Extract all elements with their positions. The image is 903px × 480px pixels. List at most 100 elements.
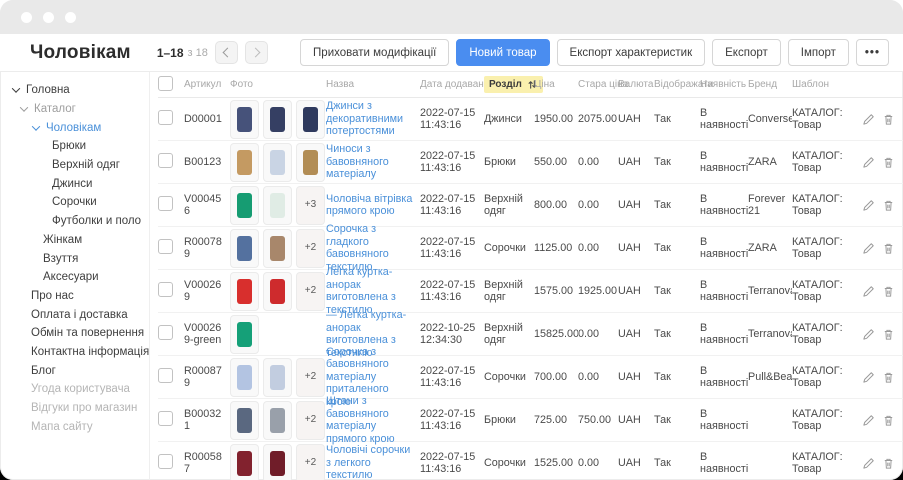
window-control-dot[interactable] bbox=[43, 12, 54, 23]
product-photo[interactable] bbox=[263, 272, 292, 311]
product-photo[interactable] bbox=[263, 444, 292, 480]
toolbar-button-2[interactable]: Експорт характеристик bbox=[557, 39, 706, 66]
product-photo[interactable] bbox=[230, 100, 259, 139]
column-header-display[interactable]: Відображати bbox=[654, 79, 700, 90]
column-header-sku[interactable]: Артикул bbox=[184, 79, 230, 90]
window-control-dot[interactable] bbox=[21, 12, 32, 23]
column-header-name[interactable]: Назва bbox=[326, 79, 420, 90]
more-photos-badge[interactable]: +2 bbox=[296, 272, 325, 311]
edit-icon[interactable] bbox=[862, 457, 875, 470]
product-photo[interactable] bbox=[263, 229, 292, 268]
column-header-template[interactable]: Шаблон bbox=[792, 79, 862, 90]
sidebar-item-17[interactable]: Відгуки про магазин bbox=[0, 399, 149, 418]
more-photos-badge[interactable]: +2 bbox=[296, 358, 325, 397]
delete-icon[interactable] bbox=[882, 328, 895, 341]
sidebar-item-13[interactable]: Обмін та повернення bbox=[0, 324, 149, 343]
sidebar-item-0[interactable]: Головна bbox=[0, 81, 149, 100]
delete-icon[interactable] bbox=[882, 113, 895, 126]
sidebar-item-10[interactable]: Аксесуари bbox=[0, 268, 149, 287]
row-checkbox[interactable] bbox=[158, 110, 173, 125]
more-photos-badge[interactable]: +3 bbox=[296, 186, 325, 225]
sidebar-item-1[interactable]: Каталог bbox=[0, 100, 149, 119]
column-header-availability[interactable]: Наявність bbox=[700, 79, 748, 90]
product-photo[interactable] bbox=[263, 100, 292, 139]
window-control-dot[interactable] bbox=[65, 12, 76, 23]
row-checkbox[interactable] bbox=[158, 454, 173, 469]
product-photo[interactable] bbox=[230, 143, 259, 182]
delete-icon[interactable] bbox=[882, 156, 895, 169]
edit-icon[interactable] bbox=[862, 242, 875, 255]
sidebar-item-15[interactable]: Блог bbox=[0, 361, 149, 380]
edit-icon[interactable] bbox=[862, 371, 875, 384]
edit-icon[interactable] bbox=[862, 156, 875, 169]
row-checkbox[interactable] bbox=[158, 153, 173, 168]
product-photo[interactable] bbox=[263, 143, 292, 182]
toolbar-button-5[interactable]: ••• bbox=[856, 39, 889, 66]
product-name-link[interactable]: Чиноси з бавовняного матеріалу bbox=[326, 143, 415, 181]
edit-icon[interactable] bbox=[862, 328, 875, 341]
product-photo[interactable] bbox=[230, 229, 259, 268]
prev-page-button[interactable] bbox=[215, 41, 238, 64]
column-header-old-price[interactable]: Стара ціна bbox=[578, 79, 618, 90]
product-photo[interactable] bbox=[263, 401, 292, 440]
edit-icon[interactable] bbox=[862, 414, 875, 427]
sidebar-item-7[interactable]: Футболки и поло bbox=[0, 212, 149, 231]
sidebar-item-5[interactable]: Джинси bbox=[0, 174, 149, 193]
sidebar-item-6[interactable]: Сорочки bbox=[0, 193, 149, 212]
product-photo[interactable] bbox=[230, 401, 259, 440]
row-checkbox[interactable] bbox=[158, 282, 173, 297]
select-all-checkbox[interactable] bbox=[158, 76, 173, 91]
sidebar-item-9[interactable]: Взуття bbox=[0, 249, 149, 268]
product-photo[interactable] bbox=[230, 444, 259, 480]
column-header-date[interactable]: Дата додавання bbox=[420, 79, 484, 90]
product-photo[interactable] bbox=[296, 100, 325, 139]
sidebar-item-8[interactable]: Жінкам bbox=[0, 231, 149, 250]
toolbar-button-4[interactable]: Імпорт bbox=[788, 39, 849, 66]
delete-icon[interactable] bbox=[882, 285, 895, 298]
column-header-price[interactable]: Ціна bbox=[534, 79, 578, 90]
column-header-currency[interactable]: Валюта bbox=[618, 79, 654, 90]
product-photo[interactable] bbox=[230, 272, 259, 311]
product-name-link[interactable]: Чоловічі сорочки з легкого текстилю bbox=[326, 444, 415, 480]
sidebar-item-14[interactable]: Контактна інформація bbox=[0, 343, 149, 362]
more-photos-badge[interactable]: +2 bbox=[296, 229, 325, 268]
delete-icon[interactable] bbox=[882, 199, 895, 212]
row-checkbox[interactable] bbox=[158, 411, 173, 426]
more-photos-badge[interactable]: +2 bbox=[296, 401, 325, 440]
delete-icon[interactable] bbox=[882, 242, 895, 255]
edit-icon[interactable] bbox=[862, 285, 875, 298]
next-page-button[interactable] bbox=[245, 41, 268, 64]
edit-icon[interactable] bbox=[862, 113, 875, 126]
delete-icon[interactable] bbox=[882, 457, 895, 470]
product-name-link[interactable]: Штани з бавовняного матеріалу прямого кр… bbox=[326, 395, 415, 445]
row-checkbox[interactable] bbox=[158, 196, 173, 211]
product-photo[interactable] bbox=[230, 315, 259, 354]
sidebar-item-18[interactable]: Мапа сайту bbox=[0, 417, 149, 436]
delete-icon[interactable] bbox=[882, 414, 895, 427]
product-photo[interactable] bbox=[263, 186, 292, 225]
sidebar-item-16[interactable]: Угода користувача bbox=[0, 380, 149, 399]
product-photo[interactable] bbox=[263, 358, 292, 397]
product-photo[interactable] bbox=[296, 143, 325, 182]
product-photo[interactable] bbox=[230, 358, 259, 397]
row-checkbox[interactable] bbox=[158, 368, 173, 383]
toolbar-button-3[interactable]: Експорт bbox=[712, 39, 781, 66]
column-header-section[interactable]: Розділ bbox=[484, 76, 534, 93]
product-name-link[interactable]: Чоловіча вітрівка прямого крою bbox=[326, 193, 415, 218]
delete-icon[interactable] bbox=[882, 371, 895, 384]
more-photos-badge[interactable]: +2 bbox=[296, 444, 325, 480]
sidebar-item-11[interactable]: Про нас bbox=[0, 287, 149, 306]
sidebar-item-3[interactable]: Брюки bbox=[0, 137, 149, 156]
sidebar-item-4[interactable]: Верхній одяг bbox=[0, 156, 149, 175]
row-checkbox[interactable] bbox=[158, 239, 173, 254]
column-header-photo[interactable]: Фото bbox=[230, 79, 326, 90]
row-checkbox[interactable] bbox=[158, 325, 173, 340]
toolbar-button-1[interactable]: Новий товар bbox=[456, 39, 549, 66]
sidebar-item-2[interactable]: Чоловікам bbox=[0, 118, 149, 137]
sidebar-item-12[interactable]: Оплата і доставка bbox=[0, 305, 149, 324]
edit-icon[interactable] bbox=[862, 199, 875, 212]
product-photo[interactable] bbox=[230, 186, 259, 225]
product-name-link[interactable]: Джинси з декоративними потертостями bbox=[326, 100, 415, 138]
toolbar-button-0[interactable]: Приховати модифікації bbox=[300, 39, 449, 66]
column-header-brand[interactable]: Бренд bbox=[748, 79, 792, 90]
